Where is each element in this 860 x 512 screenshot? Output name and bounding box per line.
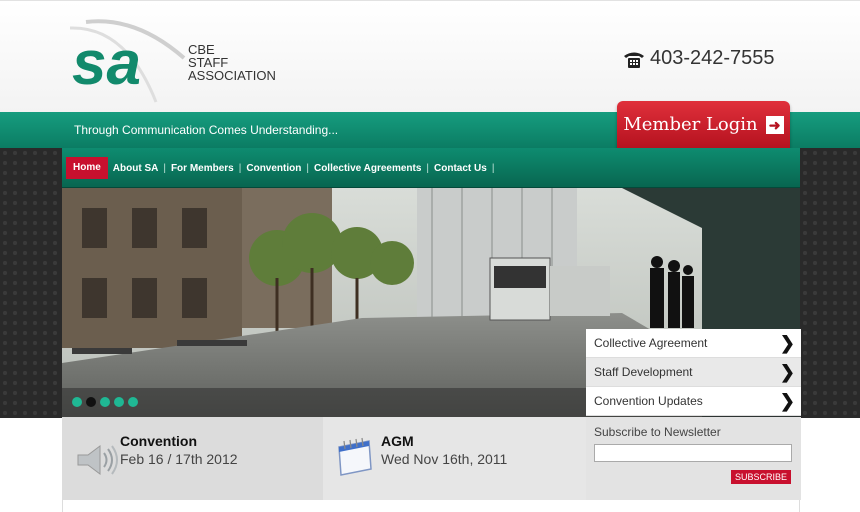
newsletter-email-input[interactable] <box>594 444 792 462</box>
chevron-right-icon: ❯ <box>779 391 795 411</box>
event-text: Convention Feb 16 / 17th 2012 <box>120 433 238 467</box>
nav-home[interactable]: Home <box>66 157 108 179</box>
member-login-label: Member Login <box>623 114 758 135</box>
nav-for-members[interactable]: For Members <box>166 163 239 174</box>
nav-convention[interactable]: Convention <box>241 163 306 174</box>
slider-dot-2[interactable] <box>86 397 96 407</box>
speaker-icon <box>77 445 118 475</box>
content-area <box>62 500 800 512</box>
arrow-right-icon: ➜ <box>765 115 784 134</box>
event-text: AGM Wed Nov 16th, 2011 <box>381 433 507 467</box>
chevron-right-icon: ❯ <box>779 333 795 353</box>
nav-collective-agreements[interactable]: Collective Agreements <box>309 163 426 174</box>
event-agm[interactable]: AGM Wed Nov 16th, 2011 <box>323 417 586 500</box>
main-nav: Home About SA | For Members | Convention… <box>66 157 495 179</box>
newsletter-label: Subscribe to Newsletter <box>594 425 721 439</box>
slider-dot-5[interactable] <box>128 397 138 407</box>
phone-number: 403-242-7555 <box>650 47 775 69</box>
logo-text: CBE STAFF ASSOCIATION <box>188 43 276 82</box>
event-convention[interactable]: Convention Feb 16 / 17th 2012 <box>62 417 323 500</box>
link-label: Collective Agreement <box>594 336 708 350</box>
tagline: Through Communication Comes Understandin… <box>74 123 339 137</box>
member-login-button[interactable]: Member Login ➜ <box>617 101 790 148</box>
nav-about-sa[interactable]: About SA <box>108 163 164 174</box>
notepad-icon <box>338 437 372 476</box>
slider-dot-1[interactable] <box>72 397 82 407</box>
phone-contact: 403-242-7555 <box>622 47 775 70</box>
link-label: Convention Updates <box>594 394 703 408</box>
nav-contact-us[interactable]: Contact Us <box>429 163 492 174</box>
event-title: Convention <box>120 433 197 449</box>
nav-separator: | <box>491 162 495 174</box>
chevron-right-icon: ❯ <box>779 362 795 382</box>
link-label: Staff Development <box>594 365 693 379</box>
event-date: Wed Nov 16th, 2011 <box>381 451 508 467</box>
link-collective-agreement[interactable]: Collective Agreement ❯ <box>586 329 801 358</box>
link-convention-updates[interactable]: Convention Updates ❯ <box>586 387 801 416</box>
slider-dot-4[interactable] <box>114 397 124 407</box>
event-title: AGM <box>381 433 414 449</box>
slider-dots <box>72 397 138 407</box>
link-staff-development[interactable]: Staff Development ❯ <box>586 358 801 387</box>
page: sa CBE STAFF ASSOCIATION 403-242-7555 Th… <box>0 0 860 512</box>
newsletter-box: Subscribe to Newsletter SUBSCRIBE <box>586 417 801 500</box>
sa-logo[interactable]: sa <box>66 18 196 106</box>
slider-dot-3[interactable] <box>100 397 110 407</box>
svg-text:sa: sa <box>72 29 141 98</box>
logo-line-3: ASSOCIATION <box>188 68 276 83</box>
phone-icon <box>624 52 644 68</box>
event-date: Feb 16 / 17th 2012 <box>120 451 238 467</box>
quick-links: Collective Agreement ❯ Staff Development… <box>586 329 801 416</box>
subscribe-button[interactable]: SUBSCRIBE <box>730 470 791 484</box>
